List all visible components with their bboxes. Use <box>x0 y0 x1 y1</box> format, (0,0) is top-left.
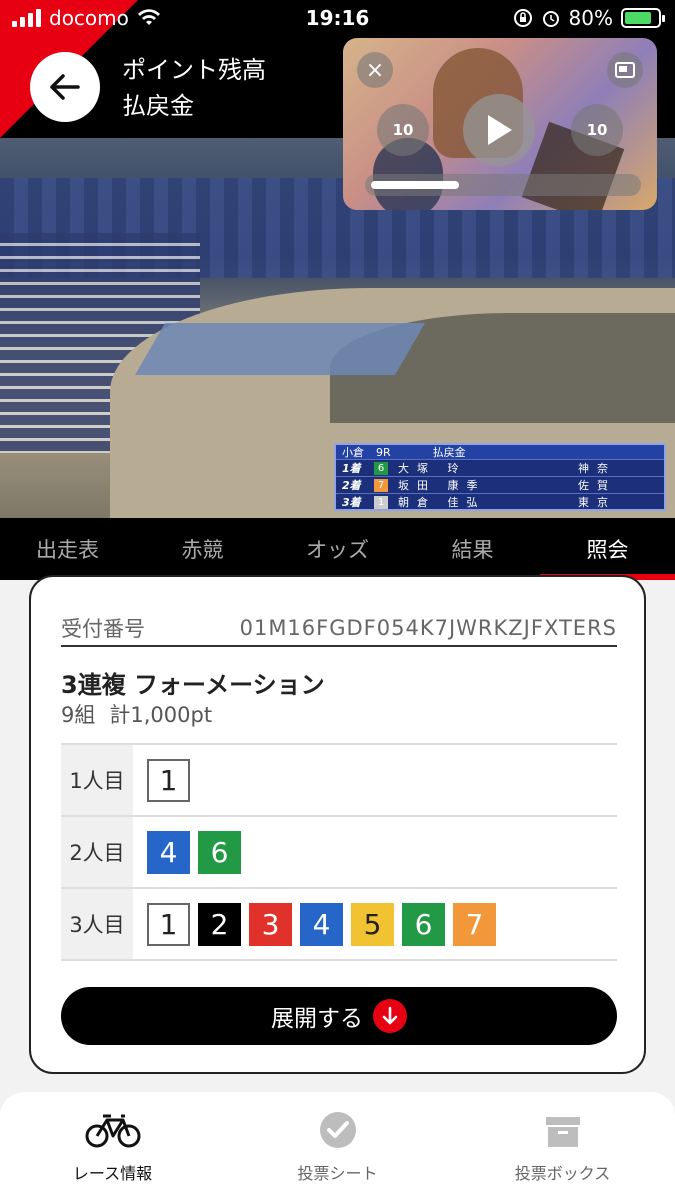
status-right: 80% <box>513 6 665 30</box>
nav-bet-sheet[interactable]: 投票シート <box>225 1092 450 1200</box>
rotation-lock-icon <box>513 9 532 27</box>
bike-number-box: 1 <box>147 758 190 802</box>
tab-entry-list[interactable]: 出走表 <box>0 518 135 580</box>
scoreboard-pref: 神奈 <box>578 462 616 475</box>
bike-number-box: 1 <box>147 902 190 946</box>
scoreboard-number: 1 <box>374 495 388 509</box>
bet-selection-grid: 1人目 1 2人目 4 6 3人目 1 2 3 4 5 6 7 <box>61 743 617 961</box>
tab-odds[interactable]: オッズ <box>270 518 405 580</box>
pip-progress-fill <box>371 181 460 189</box>
scoreboard-pref: 東京 <box>578 496 616 509</box>
skip-back-10-icon: 10 <box>392 121 414 139</box>
scoreboard-name: 朝倉 佳弘 <box>398 496 486 509</box>
bet-row: 2人目 4 6 <box>61 817 617 889</box>
tab-results[interactable]: 結果 <box>405 518 540 580</box>
expand-label: 展開する <box>271 1006 363 1032</box>
skip-back-button[interactable]: 10 <box>377 104 429 156</box>
scoreboard-place: 3着 <box>342 496 361 509</box>
scoreboard-mode: 払戻金 <box>432 446 466 459</box>
bike-number-box: 2 <box>198 902 241 946</box>
scoreboard-number: 7 <box>374 478 388 492</box>
scoreboard-row: 2着 7 坂田 康季 佐賀 <box>336 476 664 493</box>
battery-percent: 80% <box>568 6 613 30</box>
bike-number-box: 4 <box>300 902 343 946</box>
nav-race-info[interactable]: レース情報 <box>0 1092 225 1200</box>
scoreboard-name: 坂田 康季 <box>398 479 486 492</box>
bet-number-boxes: 1 <box>133 745 190 815</box>
nav-label: レース情報 <box>72 1164 153 1183</box>
scoreboard-pref: 佐賀 <box>578 479 616 492</box>
tab-akakei[interactable]: 赤競 <box>135 518 270 580</box>
bicycle-icon <box>85 1110 141 1150</box>
video-track-blue-band <box>134 323 426 375</box>
scoreboard-race: 9R <box>376 445 391 459</box>
bet-row-label: 1人目 <box>61 745 133 815</box>
status-bar: docomo 19:16 80% <box>0 0 675 38</box>
tab-inquiry[interactable]: 照会 <box>540 518 675 580</box>
nav-label: 投票ボックス <box>514 1164 611 1183</box>
scoreboard-header: 小倉 9R 払戻金 <box>336 445 664 459</box>
battery-icon <box>621 8 665 28</box>
pip-restore-icon <box>615 62 635 78</box>
bet-row-label: 2人目 <box>61 817 133 887</box>
nav-label: 投票シート <box>297 1164 378 1183</box>
bet-number-boxes: 46 <box>133 817 241 887</box>
header-title[interactable]: ポイント残高 払戻金 <box>122 52 266 124</box>
bet-number-boxes: 1234567 <box>133 889 496 959</box>
pip-progress-bar[interactable] <box>365 174 641 196</box>
pip-expand-button[interactable] <box>607 52 643 88</box>
race-tabs: 出走表 赤競 オッズ 結果 照会 <box>0 518 675 580</box>
scoreboard-row: 1着 6 大塚 玲 神奈 <box>336 459 664 476</box>
bet-combos: 9組 <box>61 703 96 727</box>
bike-number-box: 5 <box>351 902 394 946</box>
bike-number-box: 3 <box>249 902 292 946</box>
box-icon <box>544 1110 582 1150</box>
expand-button[interactable]: 展開する <box>61 987 617 1045</box>
scoreboard-place: 2着 <box>342 479 361 492</box>
play-button[interactable] <box>463 94 535 166</box>
receipt-row: 受付番号 01M16FGDF054K7JWRKZJFXTERS <box>61 611 617 647</box>
bet-row-label: 3人目 <box>61 889 133 959</box>
bet-summary: 9組 計1,000pt <box>61 699 212 729</box>
scoreboard-place: 1着 <box>342 462 361 475</box>
receipt-number: 01M16FGDF054K7JWRKZJFXTERS <box>239 616 617 640</box>
bet-row: 3人目 1 2 3 4 5 6 7 <box>61 889 617 961</box>
scoreboard-name: 大塚 玲 <box>398 462 467 475</box>
scoreboard-number: 6 <box>374 461 388 475</box>
bet-row: 1人目 1 <box>61 745 617 817</box>
race-result-scoreboard: 小倉 9R 払戻金 1着 6 大塚 玲 神奈 2着 7 坂田 康季 佐賀 3着 … <box>334 443 666 511</box>
bet-total: 計1,000pt <box>109 703 213 727</box>
bet-card: 受付番号 01M16FGDF054K7JWRKZJFXTERS 3連複 フォーメ… <box>29 575 646 1074</box>
back-button[interactable] <box>30 52 100 122</box>
skip-forward-button[interactable]: 10 <box>571 104 623 156</box>
close-icon: × <box>365 57 385 83</box>
scoreboard-venue: 小倉 <box>342 446 364 459</box>
scoreboard-row: 3着 1 朝倉 佳弘 東京 <box>336 493 664 510</box>
receipt-label: 受付番号 <box>61 617 145 641</box>
bike-number-box: 6 <box>402 902 445 946</box>
skip-forward-10-icon: 10 <box>586 121 608 139</box>
pip-close-button[interactable]: × <box>357 52 393 88</box>
bike-number-box: 7 <box>453 902 496 946</box>
arrow-left-icon <box>50 74 80 100</box>
bottom-nav: レース情報 投票シート 投票ボックス <box>0 1092 675 1200</box>
alarm-icon <box>542 11 559 27</box>
bet-type: 3連複 フォーメーション <box>61 671 325 699</box>
payout-label: 払戻金 <box>122 92 194 120</box>
pip-video-player[interactable]: × 10 10 <box>343 38 657 210</box>
point-balance-label: ポイント残高 <box>122 56 266 84</box>
bike-number-box: 4 <box>147 830 190 874</box>
arrow-down-icon <box>373 999 407 1033</box>
nav-bet-box[interactable]: 投票ボックス <box>450 1092 675 1200</box>
play-icon <box>488 115 512 145</box>
bike-number-box: 6 <box>198 830 241 874</box>
check-circle-icon <box>319 1110 357 1150</box>
